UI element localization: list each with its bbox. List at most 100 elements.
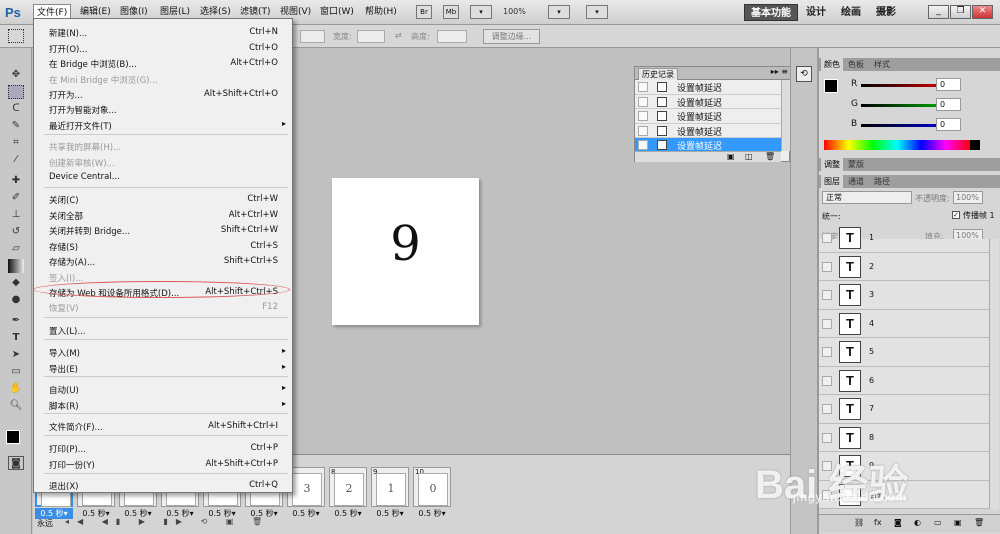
layer-visibility-toggle[interactable] [822, 261, 832, 272]
file-menu-item[interactable]: 关闭并转到 Bridge... Shift+Ctrl+W [34, 223, 292, 238]
bridge-icon[interactable]: Br [416, 5, 432, 19]
file-menu-item[interactable]: 打开为... Alt+Shift+Ctrl+O [34, 87, 292, 102]
loop-select[interactable]: 永远 [37, 518, 53, 529]
file-menu-item[interactable]: 在 Bridge 中浏览(B)... Alt+Ctrl+O [34, 56, 292, 71]
history-row[interactable]: 设置帧延迟 [635, 80, 781, 95]
file-menu-item[interactable]: 存储(S) Ctrl+S [34, 239, 292, 254]
file-menu-item[interactable]: 关闭全部 Alt+Ctrl+W [34, 208, 292, 223]
link-layers-icon[interactable]: ⛓ [854, 518, 864, 527]
animation-frame[interactable]: 82 [329, 467, 367, 507]
tab-paths[interactable]: 路径 [871, 175, 893, 188]
workspace-essentials[interactable]: 基本功能 [744, 4, 798, 21]
view-extras-icon[interactable]: ▾ [470, 5, 492, 19]
crop-tool-icon[interactable]: ⌗ [8, 136, 24, 150]
file-menu-item[interactable]: 打印(P)... Ctrl+P [34, 441, 292, 456]
fx-icon[interactable]: fx [874, 518, 882, 527]
file-menu-item[interactable]: Device Central... [34, 170, 292, 185]
frame-delay[interactable]: 0.5 秒▾ [371, 508, 409, 519]
black-swatch[interactable] [970, 140, 980, 150]
refine-edge-button[interactable]: 调整边缘... [483, 29, 540, 44]
layer-visibility-toggle[interactable] [822, 318, 832, 329]
tab-color[interactable]: 颜色 [821, 58, 843, 71]
swap-icon[interactable]: ⇄ [395, 31, 402, 40]
animation-controls[interactable]: ◂◀ ◀▮ ▶ ▮▶ ⟲ ▣ 🗑︎ [65, 517, 270, 526]
history-brush-icon[interactable]: ↺ [8, 225, 24, 239]
history-tab[interactable]: 历史记录 [638, 68, 678, 80]
layer-visibility-toggle[interactable] [822, 347, 832, 357]
tab-styles[interactable]: 样式 [871, 58, 893, 71]
close-icon[interactable]: ✕ [972, 5, 993, 19]
foreground-color-swatch[interactable] [6, 430, 20, 444]
foreground-swatch[interactable] [824, 79, 838, 93]
layer-visibility-toggle[interactable] [822, 375, 832, 386]
workspace-photography[interactable]: 摄影 [870, 4, 902, 21]
hand-tool-icon[interactable]: ✋ [8, 382, 24, 396]
blend-mode-select[interactable]: 正常 [822, 191, 912, 204]
frame-delay[interactable]: 0.5 秒▾ [413, 508, 451, 519]
zoom-level[interactable]: 100% [503, 7, 526, 16]
layer-visibility-toggle[interactable] [822, 290, 832, 300]
move-tool-icon[interactable]: ✥ [8, 68, 24, 82]
layer-row[interactable]: T5 [819, 338, 989, 367]
file-menu-item[interactable]: 自动(U) ▸ [34, 382, 292, 397]
opacity-input[interactable]: 100% [953, 191, 983, 204]
path-select-icon[interactable]: ➤ [8, 348, 24, 362]
style-select[interactable] [300, 30, 325, 43]
minimize-icon[interactable]: _ [928, 5, 949, 19]
layer-visibility-toggle[interactable] [822, 432, 832, 443]
arrange-documents-icon[interactable]: ▾ [548, 5, 570, 19]
propagate-checkbox[interactable]: ✓ [952, 211, 960, 219]
history-row[interactable]: 设置帧延迟 [635, 109, 781, 124]
eraser-icon[interactable]: ▱ [8, 242, 24, 256]
layer-row[interactable]: T4 [819, 310, 989, 338]
width-input[interactable] [357, 30, 385, 43]
delete-layer-icon[interactable]: 🗑︎ [974, 518, 984, 527]
restore-icon[interactable]: ❐ [950, 5, 971, 19]
file-menu-item[interactable]: 导出(E) ▸ [34, 361, 292, 376]
dodge-tool-icon[interactable]: ● [8, 293, 24, 307]
menu-help[interactable]: 帮助(H) [362, 4, 400, 20]
color-spectrum-bar[interactable] [824, 140, 970, 150]
layers-scrollbar[interactable] [989, 239, 999, 509]
height-input[interactable] [437, 30, 467, 43]
file-menu-item[interactable]: 最近打开文件(T) ▸ [34, 118, 292, 133]
type-tool-icon[interactable]: T [8, 331, 24, 345]
adjustment-icon[interactable]: ◐ [914, 518, 921, 527]
history-snapshot-checkbox[interactable] [638, 140, 648, 150]
file-menu-item[interactable]: 导入(M) ▸ [34, 345, 292, 360]
file-menu-item[interactable]: 置入(L)... [34, 323, 292, 338]
layer-visibility-toggle[interactable] [822, 404, 832, 414]
tab-adjustments[interactable]: 调整 [821, 158, 843, 171]
file-menu-item[interactable]: 打开(O)... Ctrl+O [34, 41, 292, 56]
trash-icon[interactable]: 🗑︎ [765, 152, 775, 161]
tab-layers[interactable]: 图层 [821, 175, 843, 188]
workspace-painting[interactable]: 绘画 [835, 4, 867, 21]
brush-tool-icon[interactable]: ✐ [8, 191, 24, 205]
file-menu-item[interactable]: 文件简介(F)... Alt+Shift+Ctrl+I [34, 419, 292, 434]
history-snapshot-checkbox[interactable] [638, 125, 648, 136]
frame-delay[interactable]: 0.5 秒▾ [287, 508, 325, 519]
blur-tool-icon[interactable]: ◆ [8, 276, 24, 290]
group-icon[interactable]: ▭ [934, 518, 942, 527]
tab-swatches[interactable]: 色板 [845, 58, 867, 71]
history-row[interactable]: 设置帧延迟 [635, 95, 781, 109]
snapshot-icon[interactable]: ◫ [745, 152, 753, 161]
quick-mask-icon[interactable]: ◙ [8, 456, 24, 470]
workspace-design[interactable]: 设计 [800, 4, 832, 21]
new-document-icon[interactable]: ▣ [727, 152, 735, 161]
layer-row[interactable]: T2 [819, 253, 989, 281]
new-layer-icon[interactable]: ▣ [954, 518, 962, 527]
file-menu-item[interactable]: 退出(X) Ctrl+Q [34, 478, 292, 493]
history-snapshot-checkbox[interactable] [638, 96, 648, 107]
green-value[interactable]: 0 [936, 98, 961, 111]
pen-tool-icon[interactable]: ✒ [8, 314, 24, 328]
layer-visibility-toggle[interactable] [822, 233, 832, 243]
file-menu-item[interactable]: 打开为智能对象... [34, 102, 292, 117]
eyedropper-icon[interactable]: ⁄ [8, 153, 24, 167]
clone-stamp-icon[interactable]: ⊥ [8, 208, 24, 222]
layer-row[interactable]: T6 [819, 367, 989, 395]
layer-row[interactable]: T1 [819, 224, 989, 253]
panel-menu-icon[interactable]: ▸▸ ≡ [771, 67, 788, 76]
layer-row[interactable]: T8 [819, 424, 989, 452]
blue-value[interactable]: 0 [936, 118, 961, 131]
